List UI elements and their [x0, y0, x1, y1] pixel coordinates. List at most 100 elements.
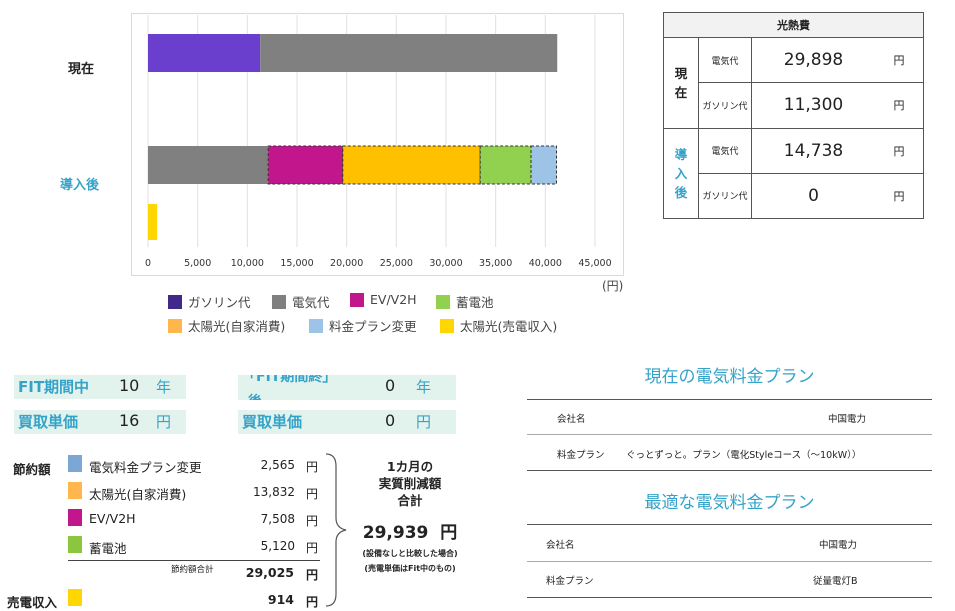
current-plan-label: 料金プラン: [557, 450, 605, 461]
stacked-bar-chart: 0 5,000 10,000 15,000 20,000 25,000 30,000 35,0…: [145, 15, 612, 269]
x-tick-label: 10,000: [231, 258, 264, 269]
post-fit-price-label: 買取単価: [242, 413, 303, 431]
group-char: 在: [674, 84, 688, 100]
sale-income-swatch: [68, 589, 82, 606]
fit-price-label: 買取単価: [18, 413, 79, 431]
legend-ev: EV/V2H: [350, 292, 417, 307]
item-label: 電気代: [698, 37, 752, 84]
legend-swatch: [440, 318, 454, 333]
legend-plan-change: 料金プラン変更: [309, 316, 417, 335]
bar-segment: [530, 145, 558, 185]
savings-item-unit: 円: [306, 514, 319, 528]
cost-unit: 円: [875, 127, 924, 174]
legend-label: 太陽光(自家消費): [188, 319, 286, 334]
savings-item-value: 2,565: [260, 458, 295, 472]
cost-value: 11,300: [751, 82, 875, 129]
fit-price-unit: 円: [156, 413, 172, 431]
bar-segment: [148, 146, 269, 184]
savings-item-label: 蓄電池: [89, 541, 127, 556]
post-fit-period-value: 0: [385, 376, 396, 395]
fit-period-value: 10: [119, 376, 140, 395]
bar-segment: [267, 145, 344, 185]
post-fit-price-unit: 円: [416, 413, 432, 431]
current-plan-rule: [527, 399, 932, 400]
summary-line1: 1カ月の: [386, 459, 434, 474]
post-fit-price-value: 0: [385, 411, 396, 430]
current-company-label: 会社名: [557, 414, 586, 425]
legend-swatch: [436, 294, 450, 309]
optimal-plan-value: 従量電灯B: [813, 576, 858, 587]
post-fit-period-label-bottom: 後: [248, 391, 262, 400]
summary-amount: 29,939 円: [346, 518, 474, 543]
legend-swatch: [168, 294, 182, 309]
x-tick-label: 35,000: [479, 258, 512, 269]
bar-segment: [342, 145, 481, 185]
legend-electricity: 電気代: [272, 292, 330, 311]
current-plan-value: ぐっとずっと。プラン（電化Styleコース（～10kW））: [626, 450, 862, 461]
group-char: 導: [674, 146, 688, 162]
current-company-value: 中国電力: [828, 414, 867, 425]
cost-value: 14,738: [751, 127, 875, 174]
sale-income-unit: 円: [306, 595, 319, 609]
x-tick-label: 45,000: [578, 258, 611, 269]
legend-label: 蓄電池: [456, 295, 494, 310]
cost-unit: 円: [875, 37, 924, 84]
savings-item-value: 13,832: [253, 485, 295, 499]
x-axis-unit: (円): [602, 279, 624, 293]
post-fit-period-label-top: 「FIT期間終」: [242, 375, 337, 385]
savings-swatch: [68, 482, 82, 499]
row-label-current: 現在: [68, 62, 95, 77]
optimal-company-value: 中国電力: [819, 540, 858, 551]
savings-divider: [68, 560, 320, 561]
cost-value: 29,898: [751, 37, 875, 84]
group-after: 導入後: [663, 127, 699, 220]
legend-swatch: [168, 318, 182, 333]
current-plan-title: 現在の電気料金プラン: [644, 367, 815, 387]
group-current: 現在: [663, 37, 699, 129]
savings-item-value: 7,508: [260, 512, 295, 526]
optimal-plan-title: 最適な電気料金プラン: [644, 493, 815, 513]
legend-label: EV/V2H: [370, 292, 417, 307]
bar-segment: [479, 145, 532, 185]
sale-income-value: 914: [267, 592, 294, 607]
item-label: ガソリン代: [698, 82, 752, 129]
optimal-company-label: 会社名: [546, 540, 575, 551]
summary-note1: (設備なしと比較した場合): [362, 549, 458, 558]
summary-note2: (売電単価はFit中のもの): [364, 564, 456, 573]
summary-amount-value: 29,939: [362, 523, 429, 543]
optimal-plan-label: 料金プラン: [546, 576, 594, 587]
legend-battery: 蓄電池: [436, 292, 494, 311]
current-plan-rule: [527, 470, 932, 471]
legend-solar-self: 太陽光(自家消費): [168, 316, 285, 335]
x-tick-label: 15,000: [280, 258, 313, 269]
savings-item-label: 電気料金プラン変更: [89, 460, 202, 475]
x-tick-label: 20,000: [330, 258, 363, 269]
row-label-after: 導入後: [60, 178, 100, 193]
item-label: ガソリン代: [698, 172, 752, 220]
current-plan-rule: [527, 434, 932, 435]
savings-heading: 節約額: [13, 462, 51, 477]
summary-amount-unit: 円: [440, 523, 458, 543]
cost-unit: 円: [875, 172, 924, 220]
legend-swatch: [272, 294, 286, 309]
optimal-plan-rule: [527, 597, 932, 598]
savings-total-label: 節約額合計: [171, 565, 214, 575]
legend-label: 電気代: [292, 295, 330, 310]
group-char: 現: [674, 65, 688, 81]
summary-line3: 合計: [397, 493, 423, 508]
savings-item-label: EV/V2H: [89, 511, 136, 526]
group-char: 後: [674, 184, 688, 200]
cost-table-title: 光熱費: [663, 11, 924, 39]
x-tick-label: 30,000: [429, 258, 462, 269]
summary-notes: (設備なしと比較した場合) (売電単価はFit中のもの): [346, 546, 474, 576]
x-tick-label: 25,000: [380, 258, 413, 269]
summary-heading: 1カ月の 実質削減額 合計: [346, 458, 474, 509]
x-tick-label: 40,000: [529, 258, 562, 269]
fit-period-label: FIT期間中: [18, 378, 90, 396]
savings-item-unit: 円: [306, 460, 319, 474]
savings-item-unit: 円: [306, 541, 319, 555]
bar-segment: [260, 34, 558, 72]
savings-item-value: 5,120: [260, 539, 295, 553]
savings-total-value: 29,025: [245, 565, 294, 580]
utility-cost-table: 光熱費 現在 電気代 29,898 円 ガソリン代 11,300 円 導入後 電…: [663, 11, 924, 220]
